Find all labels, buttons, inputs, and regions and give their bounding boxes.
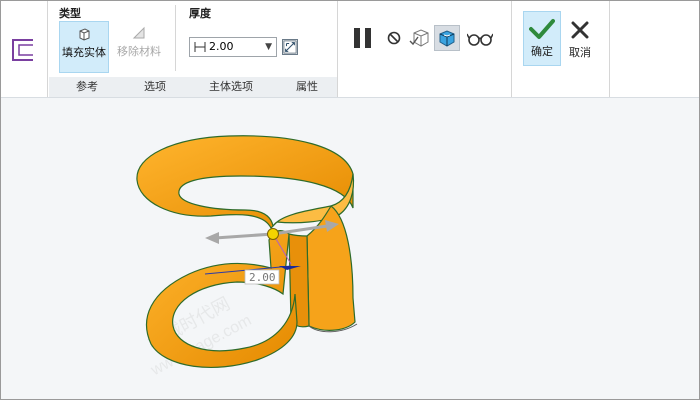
fill-solid-icon [79,28,90,41]
thickness-input[interactable]: 2.00 ▼ [189,37,277,57]
check-geometry-icon[interactable] [409,27,431,49]
fill-solid-button[interactable]: 填充实体 [59,21,109,73]
cancel-button[interactable]: 取消 [564,11,596,66]
shaded-preview-icon [439,30,455,47]
tab-properties[interactable]: 属性 [277,77,337,97]
ok-label: 确定 [531,45,553,58]
shaded-preview-button[interactable] [434,25,460,51]
fill-solid-label: 填充实体 [62,46,106,59]
ribbon-toolbar: 类型 填充实体 移除材料 厚度 2.00 ▼ 参考 选项 主体选项 属性 确定 … [1,1,699,98]
separator [47,1,48,97]
remove-material-button[interactable]: 移除材料 [111,21,167,73]
thickness-dimension-icon [194,42,206,52]
thickness-group-label: 厚度 [189,7,211,20]
glasses-icon[interactable] [467,31,493,47]
tab-body-options[interactable]: 主体选项 [185,77,277,97]
thicken-feature-icon [12,39,33,61]
tab-options[interactable]: 选项 [125,77,185,97]
checkmark-icon [529,19,555,39]
ribbon-tabs: 参考 选项 主体选项 属性 [49,77,337,97]
remove-material-icon [132,26,145,39]
tab-references[interactable]: 参考 [49,77,125,97]
thickness-value: 2.00 [209,40,234,53]
separator [337,1,338,97]
pause-icon[interactable] [351,27,375,49]
flip-direction-icon[interactable] [282,39,298,55]
dimension-value: 2.00 [249,271,276,284]
model-viewport[interactable]: 机械时代网 www.jxage.com 2.00 [1,98,699,399]
cancel-label: 取消 [569,46,591,59]
x-icon [571,21,589,39]
separator [609,1,610,97]
ok-button[interactable]: 确定 [523,11,561,66]
type-group-label: 类型 [59,7,81,20]
no-preview-icon[interactable] [386,30,402,46]
chevron-down-icon[interactable]: ▼ [265,38,272,56]
remove-material-label: 移除材料 [117,45,161,58]
separator [175,5,176,71]
separator [511,1,512,97]
